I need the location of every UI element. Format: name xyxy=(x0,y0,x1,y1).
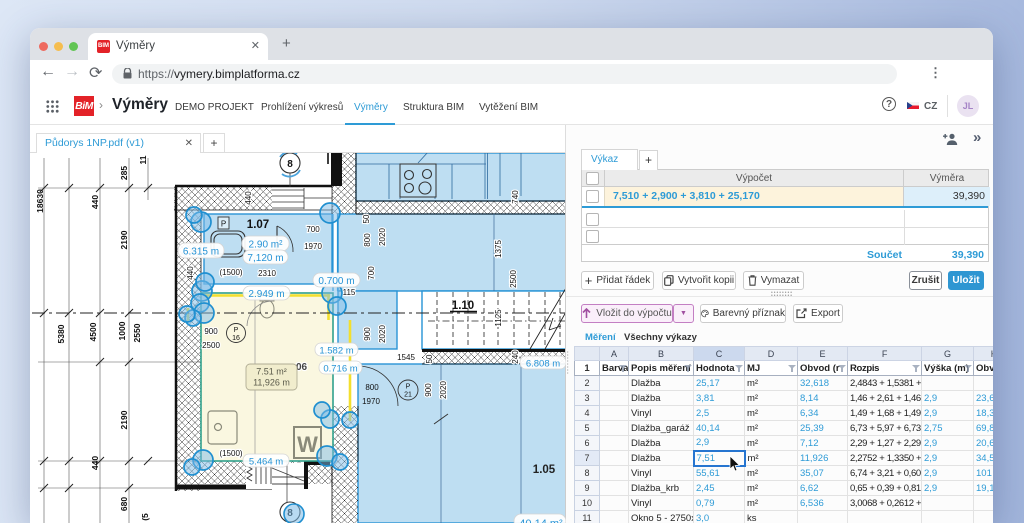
svg-text:18630: 18630 xyxy=(35,189,45,213)
svg-text:6.315 m: 6.315 m xyxy=(183,247,219,258)
svg-text:2550: 2550 xyxy=(132,323,142,342)
svg-text:1375: 1375 xyxy=(494,240,503,258)
svg-text:440: 440 xyxy=(90,456,100,470)
svg-text:2500: 2500 xyxy=(509,270,518,288)
svg-text:1970: 1970 xyxy=(362,397,380,406)
svg-text:440: 440 xyxy=(244,191,253,205)
svg-text:50: 50 xyxy=(425,354,434,363)
svg-text:21: 21 xyxy=(404,392,412,399)
svg-text:5.464 m: 5.464 m xyxy=(249,457,283,468)
svg-text:800: 800 xyxy=(365,383,379,392)
svg-text:2310: 2310 xyxy=(258,269,276,278)
svg-text:1.07: 1.07 xyxy=(247,219,269,231)
svg-text:0.716 m: 0.716 m xyxy=(323,364,357,375)
svg-text:440: 440 xyxy=(90,195,100,209)
svg-text:6.808 m: 6.808 m xyxy=(526,359,560,370)
svg-text:1970: 1970 xyxy=(304,242,322,251)
svg-text:1000: 1000 xyxy=(117,321,127,340)
svg-text:P: P xyxy=(234,327,239,334)
svg-text:16: 16 xyxy=(232,335,240,342)
svg-text:700: 700 xyxy=(367,266,376,280)
svg-text:50: 50 xyxy=(362,214,371,223)
svg-text:(1500): (1500) xyxy=(219,268,242,277)
svg-text:900: 900 xyxy=(204,327,218,336)
svg-text:5380: 5380 xyxy=(56,324,66,343)
svg-text:900: 900 xyxy=(424,383,433,397)
svg-text:2190: 2190 xyxy=(119,230,129,249)
svg-text:2020: 2020 xyxy=(378,228,387,246)
svg-text:4500: 4500 xyxy=(88,322,98,341)
svg-text:(5: (5 xyxy=(140,513,150,521)
svg-text:2190: 2190 xyxy=(119,410,129,429)
svg-text:800: 800 xyxy=(363,233,372,247)
svg-text:700: 700 xyxy=(306,225,320,234)
svg-text:2500: 2500 xyxy=(202,341,220,350)
svg-text:0.700 m: 0.700 m xyxy=(318,276,354,287)
svg-text:11,926 m: 11,926 m xyxy=(253,378,290,388)
svg-text:W: W xyxy=(297,432,318,457)
svg-text:11: 11 xyxy=(138,155,148,164)
svg-text:240: 240 xyxy=(511,350,520,364)
svg-text:680: 680 xyxy=(119,497,129,511)
svg-text:(1500): (1500) xyxy=(219,449,242,458)
svg-text:2020: 2020 xyxy=(378,325,387,343)
svg-text:2020: 2020 xyxy=(439,381,448,399)
svg-text:900: 900 xyxy=(363,327,372,341)
svg-text:P: P xyxy=(406,384,411,391)
svg-text:1125: 1125 xyxy=(494,309,503,327)
svg-text:1.05: 1.05 xyxy=(533,464,556,476)
svg-text:1545: 1545 xyxy=(397,353,415,362)
svg-text:2.949 m: 2.949 m xyxy=(248,289,284,300)
svg-text:740: 740 xyxy=(511,190,520,204)
svg-text:40,14 m²: 40,14 m² xyxy=(519,518,563,523)
svg-text:1.10: 1.10 xyxy=(452,300,474,312)
svg-text:8: 8 xyxy=(287,159,293,170)
svg-text:1.582 m: 1.582 m xyxy=(319,346,353,357)
svg-text:115: 115 xyxy=(343,288,356,297)
svg-text:2.90 m²: 2.90 m² xyxy=(249,240,284,251)
svg-text:285: 285 xyxy=(119,166,129,180)
svg-text:440: 440 xyxy=(186,266,195,280)
svg-text:7.51 m²: 7.51 m² xyxy=(256,367,287,377)
svg-text:P: P xyxy=(221,220,226,229)
svg-text:06: 06 xyxy=(296,362,308,373)
svg-text:7,120 m: 7,120 m xyxy=(247,253,283,264)
